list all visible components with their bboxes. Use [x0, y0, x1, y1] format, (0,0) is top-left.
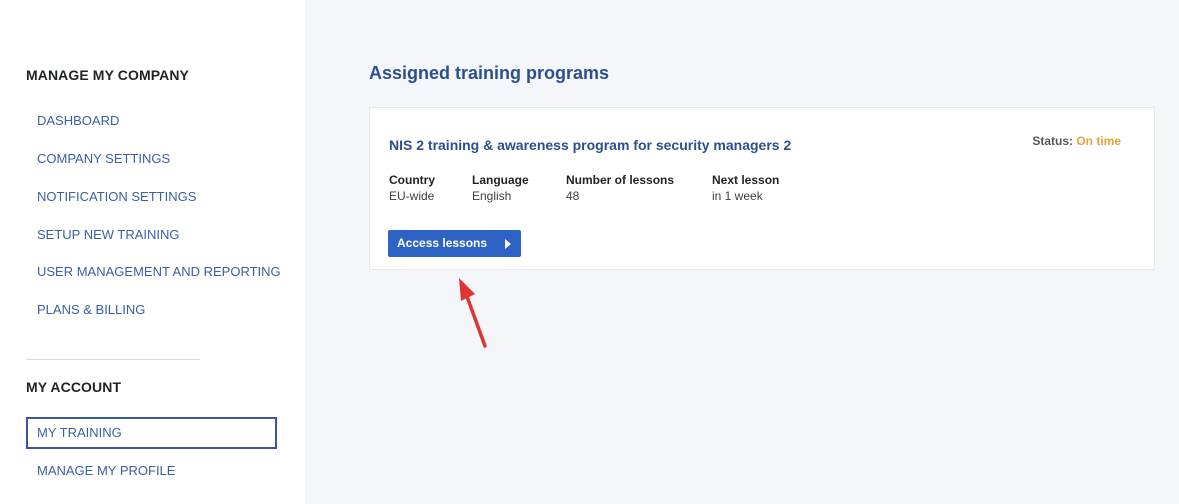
lessons-label: Number of lessons: [566, 173, 675, 187]
caret-right-icon: [505, 239, 511, 249]
sidebar-item-notification-settings[interactable]: NOTIFICATION SETTINGS: [26, 181, 277, 213]
sidebar-divider: [26, 359, 200, 360]
next-lesson-label: Next lesson: [712, 173, 780, 187]
training-program-card: NIS 2 training & awareness program for s…: [369, 107, 1155, 270]
sidebar-item-setup-new-training[interactable]: SETUP NEW TRAINING: [26, 219, 277, 251]
main-content: Assigned training programs NIS 2 trainin…: [305, 0, 1179, 504]
lessons-value: 48: [566, 189, 580, 203]
sidebar-item-my-training[interactable]: MY TRAINING: [26, 417, 277, 449]
my-account-heading: MY ACCOUNT: [26, 379, 122, 395]
status-badge: On time: [1076, 134, 1121, 148]
status-indicator: Status: On time: [1032, 134, 1121, 148]
language-field: Language English: [472, 173, 529, 205]
lessons-field: Number of lessons 48: [566, 173, 674, 205]
app-window: MANAGE MY COMPANY DASHBOARD COMPANY SETT…: [0, 0, 1179, 504]
red-arrow-icon: [459, 278, 487, 348]
sidebar-item-plans-billing[interactable]: PLANS & BILLING: [26, 294, 277, 326]
program-title: NIS 2 training & awareness program for s…: [389, 137, 792, 153]
sidebar-item-manage-my-profile[interactable]: MANAGE MY PROFILE: [26, 455, 277, 487]
sidebar-item-dashboard[interactable]: DASHBOARD: [26, 105, 277, 137]
language-value: English: [472, 189, 512, 203]
access-lessons-button[interactable]: Access lessons: [388, 230, 521, 257]
access-lessons-label: Access lessons: [397, 236, 488, 250]
status-label: Status:: [1032, 134, 1073, 148]
manage-company-heading: MANAGE MY COMPANY: [26, 67, 189, 83]
country-label: Country: [389, 173, 435, 187]
page-title: Assigned training programs: [369, 63, 610, 83]
country-value: EU-wide: [389, 189, 435, 203]
sidebar-item-user-management[interactable]: USER MANAGEMENT AND REPORTING: [26, 256, 281, 288]
next-lesson-field: Next lesson in 1 week: [712, 173, 779, 205]
sidebar-item-company-settings[interactable]: COMPANY SETTINGS: [26, 143, 277, 175]
country-field: Country EU-wide: [389, 173, 435, 205]
language-label: Language: [472, 173, 529, 187]
next-lesson-value: in 1 week: [712, 189, 763, 203]
sidebar: MANAGE MY COMPANY DASHBOARD COMPANY SETT…: [0, 0, 305, 504]
